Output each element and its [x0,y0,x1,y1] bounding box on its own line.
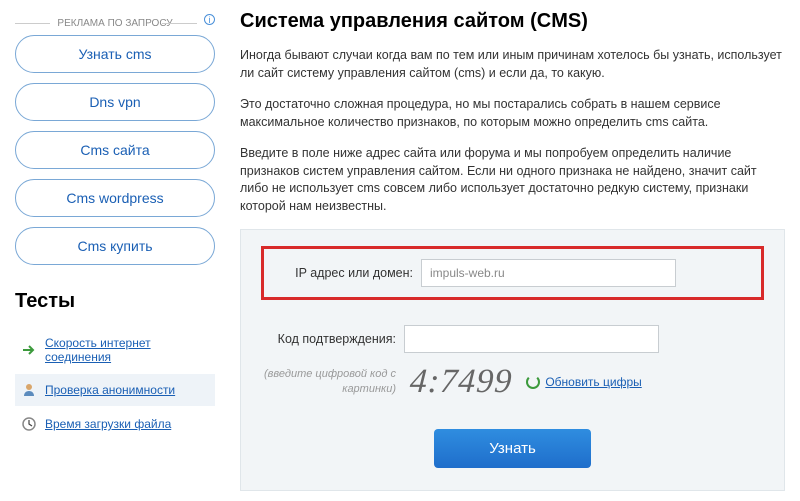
intro-paragraph-2: Это достаточно сложная процедура, но мы … [240,96,785,131]
refresh-label: Обновить цифры [545,375,641,389]
clock-icon [21,416,37,432]
info-icon[interactable]: i [204,14,215,25]
ad-item-2[interactable]: Cms сайта [15,131,215,169]
intro-paragraph-1: Иногда бывают случаи когда вам по тем ил… [240,47,785,82]
domain-label: IP адрес или домен: [278,266,413,280]
ad-item-4[interactable]: Cms купить [15,227,215,265]
submit-button[interactable]: Узнать [434,429,591,468]
test-item-anonymity[interactable]: Проверка анонимности [15,374,215,406]
test-item-label: Время загрузки файла [45,417,171,431]
test-item-speed[interactable]: Скорость интернет соединения [15,328,215,372]
ad-items-list: Узнать cms Dns vpn Cms сайта Cms wordpre… [15,35,215,265]
captcha-row: Код подтверждения: [261,325,764,353]
domain-input[interactable] [421,259,676,287]
form-panel: IP адрес или домен: Код подтверждения: (… [240,229,785,491]
ad-item-1[interactable]: Dns vpn [15,83,215,121]
refresh-captcha-link[interactable]: Обновить цифры [526,375,641,389]
ad-item-0[interactable]: Узнать cms [15,35,215,73]
person-icon [21,382,37,398]
tests-list: Скорость интернет соединения Проверка ан… [15,328,215,440]
arrow-right-icon [21,342,37,358]
ads-header: РЕКЛАМА ПО ЗАПРОСУ i [15,10,215,35]
test-item-loadtime[interactable]: Время загрузки файла [15,408,215,440]
ad-item-3[interactable]: Cms wordpress [15,179,215,217]
ads-header-text: РЕКЛАМА ПО ЗАПРОСУ [57,18,172,29]
captcha-hint: (введите цифровой код с картинки) [261,367,396,397]
captcha-image-row: (введите цифровой код с картинки) 4:7499… [261,363,764,401]
page-title: Система управления сайтом (CMS) [240,10,785,33]
test-item-label: Проверка анонимности [45,383,175,397]
tests-header: Тесты [15,290,215,313]
test-item-label: Скорость интернет соединения [45,336,209,364]
captcha-image: 4:7499 [409,363,514,401]
refresh-icon [526,375,540,389]
captcha-label: Код подтверждения: [261,332,396,346]
intro-paragraph-3: Введите в поле ниже адрес сайта или фору… [240,145,785,215]
captcha-input[interactable] [404,325,659,353]
domain-field-highlight: IP адрес или домен: [261,246,764,300]
